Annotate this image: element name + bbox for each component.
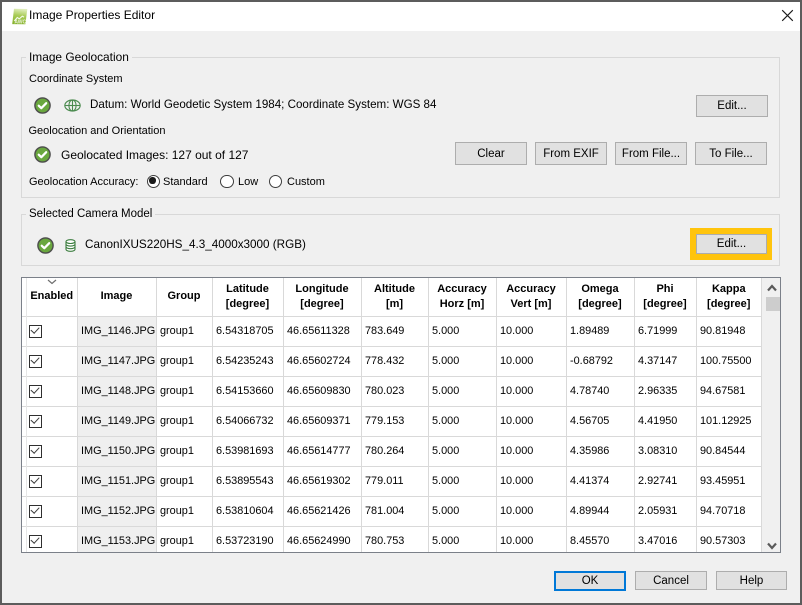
svg-text:AWC: AWC xyxy=(14,20,26,25)
